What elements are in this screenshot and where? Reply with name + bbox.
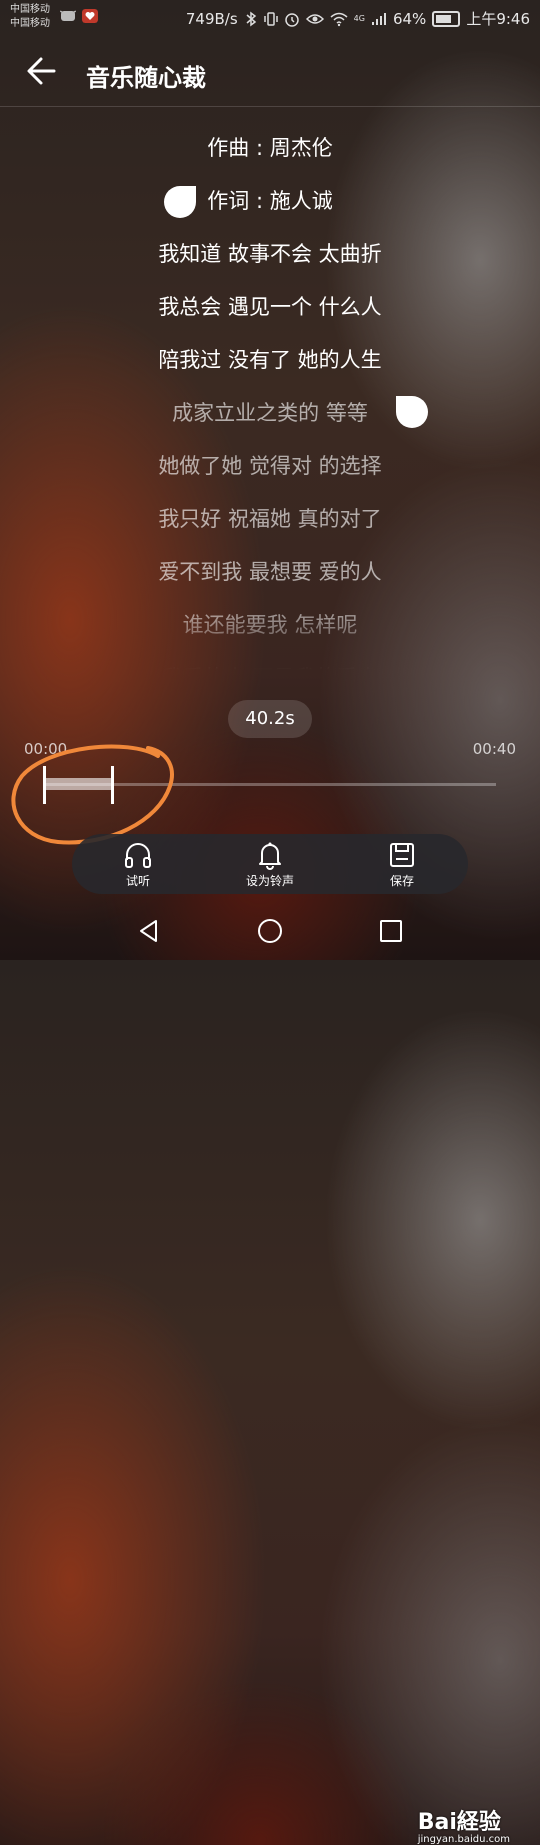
lyric-line[interactable]: 谁还能要我 怎样呢 bbox=[0, 599, 540, 652]
wifi-icon bbox=[330, 12, 348, 26]
arrow-left-icon[interactable] bbox=[24, 54, 58, 88]
clock: 上午9:46 bbox=[466, 10, 530, 28]
carrier-label-1: 中国移动 bbox=[10, 4, 50, 15]
back-triangle-icon[interactable] bbox=[136, 918, 162, 944]
end-time-label: 00:40 bbox=[472, 740, 516, 758]
set-ringtone-label: 设为铃声 bbox=[245, 873, 294, 888]
status-right: 749B/s 4G 64% 上午9:46 bbox=[186, 8, 530, 29]
lyric-line[interactable]: 陪我过 没有了 她的人生 bbox=[0, 334, 540, 387]
alarm-icon bbox=[284, 12, 299, 27]
save-label: 保存 bbox=[389, 873, 414, 888]
set-ringtone-button[interactable]: 设为铃声 bbox=[220, 840, 320, 889]
battery-percent: 64% bbox=[392, 9, 427, 28]
page-title: 音乐随心裁 bbox=[86, 64, 206, 92]
lyric-line[interactable]: 我总会 遇见一个 什么人 bbox=[0, 281, 540, 334]
vibrate-icon bbox=[263, 11, 278, 26]
watermark-sub: jingyan.baidu.com bbox=[417, 1834, 510, 1845]
lyric-line[interactable]: 爱不到我 最想要 爱的人 bbox=[0, 546, 540, 599]
carrier-labels: 中国移动 中国移动 bbox=[10, 3, 50, 31]
eye-icon bbox=[305, 13, 324, 24]
home-circle-icon[interactable] bbox=[257, 918, 283, 944]
lyric-line[interactable]: 作词 : 施人诚 bbox=[0, 175, 540, 228]
headphones-icon bbox=[125, 842, 151, 868]
save-icon bbox=[390, 842, 414, 867]
lyric-line[interactable]: 作曲 : 周杰伦 bbox=[0, 122, 540, 175]
status-bar: 中国移动 中国移动 749B/s 4G 64% 上午9:46 bbox=[0, 0, 540, 36]
battery-icon bbox=[432, 10, 461, 27]
lyric-line[interactable]: 我爱的人 不是我的爱人 bbox=[0, 652, 540, 670]
bluetooth-icon bbox=[246, 11, 256, 26]
bull-app-icon bbox=[60, 10, 76, 21]
lyric-line[interactable]: 她做了她 觉得对 的选择 bbox=[0, 440, 540, 493]
lyric-line[interactable]: 我知道 故事不会 太曲折 bbox=[0, 228, 540, 281]
notification-icons bbox=[60, 9, 98, 23]
app-bar: 音乐随心裁 bbox=[0, 36, 540, 107]
recents-square-icon[interactable] bbox=[378, 918, 404, 944]
save-button[interactable]: 保存 bbox=[352, 840, 452, 889]
selection-end-marker[interactable] bbox=[396, 396, 428, 428]
signal-icon bbox=[371, 12, 386, 25]
lyrics-list[interactable]: 作曲 : 周杰伦 作词 : 施人诚 我知道 故事不会 太曲折 我总会 遇见一个 … bbox=[0, 122, 540, 670]
baidu-watermark: Bai経验 jingyan.baidu.com bbox=[418, 1804, 510, 1845]
network-speed: 749B/s bbox=[185, 9, 238, 28]
watermark-text: Bai経验 bbox=[417, 1810, 501, 1835]
action-bar: 试听 设为铃声 保存 bbox=[72, 834, 468, 894]
preview-button[interactable]: 试听 bbox=[88, 840, 188, 889]
lyric-line[interactable]: 我只好 祝福她 真的对了 bbox=[0, 493, 540, 546]
annotation-circle bbox=[11, 744, 174, 845]
preview-label: 试听 bbox=[125, 873, 150, 888]
duration-pill: 40.2s bbox=[228, 700, 312, 738]
lyric-line[interactable]: 成家立业之类的 等等 bbox=[0, 387, 540, 440]
selection-start-marker[interactable] bbox=[164, 186, 196, 218]
bell-icon bbox=[259, 842, 281, 870]
network-badge: 4G bbox=[353, 14, 365, 23]
carrier-label-2: 中国移动 bbox=[10, 18, 50, 29]
navigation-bar: Bai経验 jingyan.baidu.com bbox=[0, 900, 540, 1845]
heart-app-icon bbox=[82, 9, 98, 23]
